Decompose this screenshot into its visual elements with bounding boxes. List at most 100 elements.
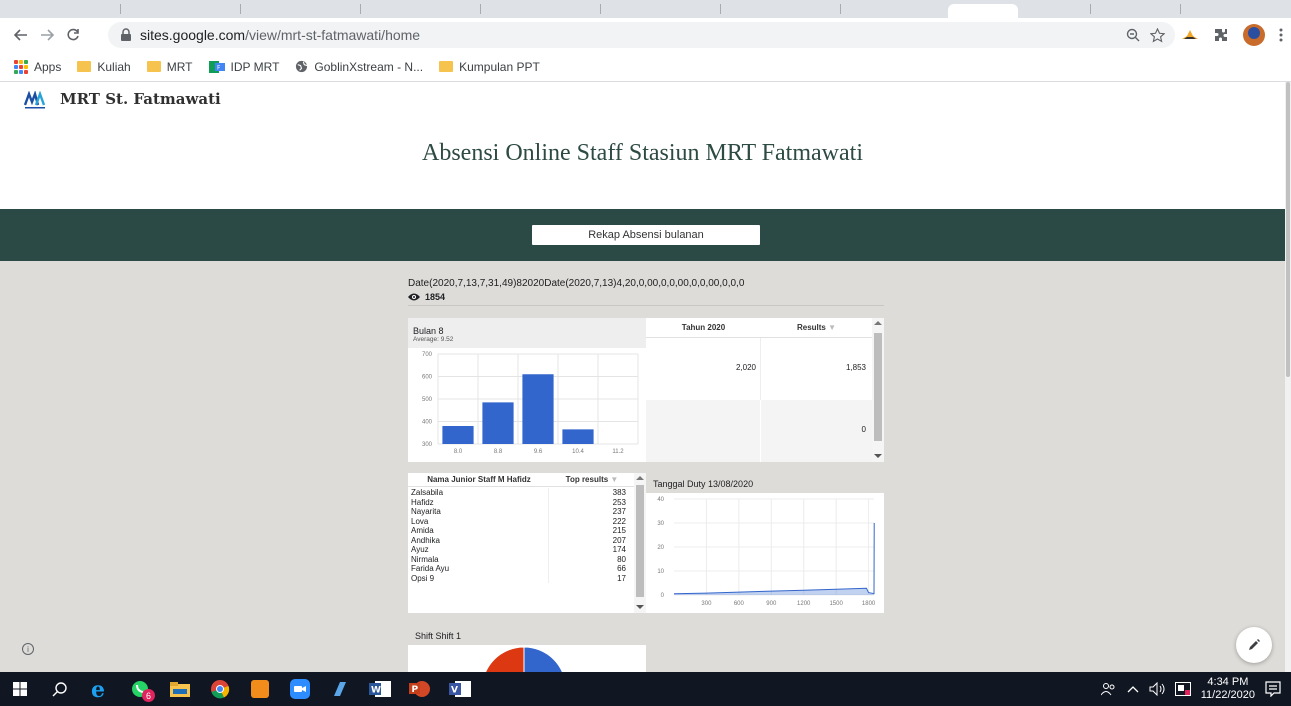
system-clock[interactable]: 4:34 PM 11/22/2020 bbox=[1201, 676, 1255, 702]
zoom-icon[interactable] bbox=[1126, 28, 1140, 42]
taskbar-file-explorer[interactable] bbox=[160, 672, 200, 706]
bookmark-kumpulan-ppt[interactable]: Kumpulan PPT bbox=[439, 60, 540, 74]
extensions-area bbox=[1181, 22, 1283, 48]
svg-text:P: P bbox=[412, 685, 419, 695]
scroll-thumb[interactable] bbox=[636, 485, 644, 597]
chart-title: Shift Shift 1 bbox=[415, 631, 462, 641]
globe-icon bbox=[296, 60, 308, 73]
folder-icon bbox=[77, 61, 92, 72]
table-row[interactable]: 0 bbox=[646, 400, 872, 462]
x-tick-label: 1800 bbox=[862, 601, 876, 607]
bookmark-mrt[interactable]: MRT bbox=[146, 60, 193, 74]
search-button[interactable] bbox=[40, 672, 80, 706]
back-button[interactable] bbox=[8, 22, 34, 48]
staff-name-cell: Zalsabila bbox=[411, 488, 549, 498]
taskbar-chrome[interactable] bbox=[200, 672, 240, 706]
start-button[interactable] bbox=[0, 672, 40, 706]
notification-center-icon[interactable] bbox=[1265, 681, 1281, 697]
scroll-down-icon[interactable] bbox=[874, 454, 882, 458]
table-scrollbar[interactable] bbox=[634, 473, 646, 613]
svg-text:e: e bbox=[91, 679, 105, 699]
column-header[interactable]: Tahun 2020 bbox=[646, 323, 761, 332]
taskbar-zoom[interactable] bbox=[280, 672, 320, 706]
pie-slice bbox=[523, 646, 563, 672]
star-icon[interactable] bbox=[1150, 27, 1165, 43]
powerpoint-icon: P bbox=[409, 681, 430, 697]
y-tick-label: 400 bbox=[422, 420, 433, 426]
table-row[interactable]: Lova 222 bbox=[408, 516, 634, 526]
column-header[interactable]: Nama Junior Staff M Hafidz bbox=[408, 475, 550, 484]
table-row[interactable]: Hafidz 253 bbox=[408, 497, 634, 507]
menu-kebab-icon[interactable] bbox=[1279, 27, 1283, 43]
tahun-table-header: Tahun 2020 Results ▼ bbox=[646, 318, 872, 338]
taskbar: e 6 W P V 4:34 PM 11/22/2020 bbox=[0, 672, 1291, 706]
table-row[interactable]: Ayuz 174 bbox=[408, 545, 634, 555]
eye-icon bbox=[408, 293, 420, 301]
zoom-meeting-icon bbox=[290, 679, 310, 699]
bookmark-kuliah[interactable]: Kuliah bbox=[77, 60, 131, 74]
extension-hat-icon[interactable] bbox=[1181, 28, 1199, 42]
table-row[interactable]: Zalsabila 383 bbox=[408, 488, 634, 498]
taskbar-app-blue[interactable] bbox=[320, 672, 360, 706]
reload-button[interactable] bbox=[60, 22, 86, 48]
bar bbox=[522, 374, 554, 444]
folder-icon bbox=[146, 61, 161, 72]
forward-button[interactable] bbox=[34, 22, 60, 48]
staff-count-cell: 222 bbox=[612, 516, 626, 526]
table-row[interactable]: Amida 215 bbox=[408, 526, 634, 536]
scroll-up-icon[interactable] bbox=[874, 321, 882, 325]
site-name[interactable]: MRT St. Fatmawati bbox=[60, 90, 221, 108]
page-scroll-thumb[interactable] bbox=[1286, 82, 1290, 377]
table-row[interactable]: Nayarita 237 bbox=[408, 507, 634, 517]
bookmark-idp-mrt[interactable]: F IDP MRT bbox=[208, 60, 279, 74]
y-tick-label: 700 bbox=[422, 352, 433, 358]
scroll-thumb[interactable] bbox=[874, 333, 882, 441]
chevron-up-icon[interactable] bbox=[1127, 685, 1139, 693]
staff-table-header: Nama Junior Staff M Hafidz Top results ▼ bbox=[408, 473, 634, 487]
column-header[interactable]: Top results ▼ bbox=[550, 475, 634, 484]
table-row[interactable]: Nirmala 80 bbox=[408, 554, 634, 564]
scroll-down-icon[interactable] bbox=[636, 605, 644, 609]
active-tab[interactable] bbox=[948, 4, 1018, 18]
table-row[interactable]: Andhika 207 bbox=[408, 535, 634, 545]
taskbar-word[interactable]: W bbox=[360, 672, 400, 706]
puzzle-icon[interactable] bbox=[1213, 27, 1229, 43]
svg-text:W: W bbox=[371, 686, 381, 696]
site-header: MRT St. Fatmawati Absensi Online Staff S… bbox=[0, 82, 1285, 209]
chart-subtitle: Average: 9.52 bbox=[413, 336, 454, 343]
date-text: Date(2020,7,13,7,31,49)82020Date(2020,7,… bbox=[408, 278, 745, 289]
bookmarks-bar: Apps Kuliah MRT F IDP MRT GoblinXstream … bbox=[0, 52, 1291, 82]
column-header[interactable]: Results ▼ bbox=[761, 323, 872, 332]
info-icon[interactable]: i bbox=[22, 643, 34, 655]
staff-name-cell: Nirmala bbox=[411, 554, 549, 564]
folder-icon bbox=[170, 682, 190, 697]
table-row[interactable]: Farida Ayu 66 bbox=[408, 564, 634, 574]
people-icon[interactable] bbox=[1100, 682, 1117, 696]
address-bar[interactable]: sites.google.com/view/mrt-st-fatmawati/h… bbox=[108, 22, 1175, 48]
profile-avatar[interactable] bbox=[1243, 24, 1265, 46]
table-row[interactable]: 2,020 1,853 bbox=[646, 338, 872, 400]
input-method-icon[interactable] bbox=[1174, 682, 1191, 696]
table-scrollbar[interactable] bbox=[872, 318, 884, 462]
y-tick-label: 30 bbox=[657, 521, 664, 527]
page-scrollbar[interactable] bbox=[1285, 82, 1291, 672]
taskbar-visio[interactable]: V bbox=[440, 672, 480, 706]
bookmark-apps[interactable]: Apps bbox=[14, 59, 61, 74]
x-tick-label: 8.8 bbox=[494, 449, 503, 455]
taskbar-ie[interactable]: e bbox=[80, 672, 120, 706]
staff-table-body: Zalsabila 383 Hafidz 253 Nayarita 237 Lova 222 A… bbox=[408, 488, 634, 583]
bookmark-goblinxstream[interactable]: GoblinXstream - N... bbox=[295, 60, 423, 74]
edit-button[interactable] bbox=[1236, 627, 1272, 663]
table-row[interactable]: Opsi 9 17 bbox=[408, 573, 634, 583]
x-tick-label: 300 bbox=[701, 601, 712, 607]
taskbar-whatsapp[interactable]: 6 bbox=[120, 672, 160, 706]
bar bbox=[442, 426, 474, 444]
taskbar-app-orange[interactable] bbox=[240, 672, 280, 706]
scroll-up-icon[interactable] bbox=[636, 476, 644, 480]
rekap-absensi-button[interactable]: Rekap Absensi bulanan bbox=[532, 225, 760, 245]
speaker-icon[interactable] bbox=[1149, 682, 1165, 696]
staff-name-cell: Farida Ayu bbox=[411, 564, 549, 574]
series-line bbox=[673, 522, 875, 595]
staff-name-cell: Nayarita bbox=[411, 507, 549, 517]
taskbar-powerpoint[interactable]: P bbox=[400, 672, 440, 706]
